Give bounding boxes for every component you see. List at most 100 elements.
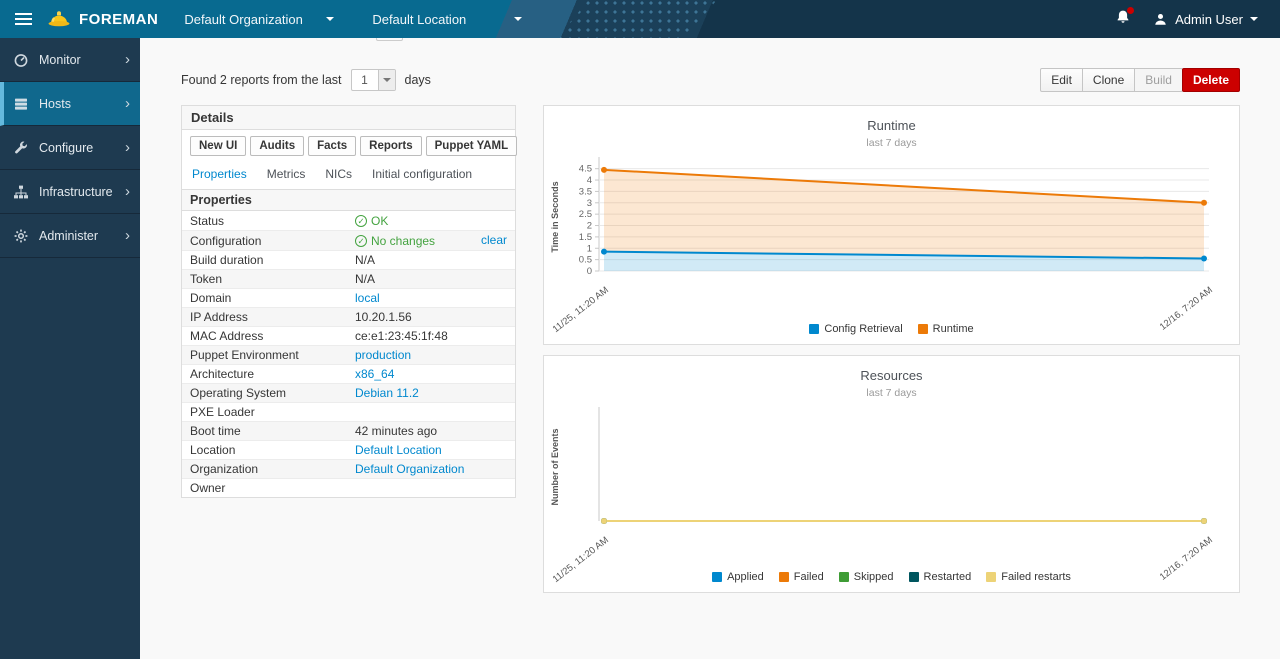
legend-label: Failed restarts: [1001, 571, 1071, 583]
chevron-right-icon: ›: [125, 228, 130, 243]
properties-table: Properties Status✓OKConfiguration✓No cha…: [182, 189, 515, 497]
property-label: MAC Address: [182, 327, 347, 346]
legend-item-skipped[interactable]: Skipped: [839, 571, 894, 583]
delete-button[interactable]: Delete: [1182, 68, 1240, 92]
property-value: 10.20.1.56: [347, 308, 515, 327]
notification-badge: [1127, 7, 1134, 14]
legend-label: Runtime: [933, 323, 974, 335]
property-value: ce:e1:23:45:1f:48: [347, 327, 515, 346]
sidebar-item-monitor[interactable]: Monitor›: [0, 38, 140, 82]
legend-label: Config Retrieval: [824, 323, 902, 335]
facts-button[interactable]: Facts: [308, 136, 356, 156]
legend-item-config-retrieval[interactable]: Config Retrieval: [809, 323, 902, 335]
legend-item-applied[interactable]: Applied: [712, 571, 764, 583]
chevron-down-icon: [1250, 17, 1258, 21]
property-value-link[interactable]: local: [355, 291, 380, 305]
sidebar: Monitor›Hosts›Configure›Infrastructure›A…: [0, 38, 140, 659]
property-label: Token: [182, 270, 347, 289]
property-label: PXE Loader: [182, 403, 347, 422]
user-icon: [1153, 12, 1168, 27]
host-actions: Edit Clone Build Delete: [1040, 68, 1240, 92]
property-value-link[interactable]: Default Location: [355, 443, 442, 457]
new-ui-button[interactable]: New UI: [190, 136, 246, 156]
property-value: Debian 11.2: [347, 384, 515, 403]
svg-text:1: 1: [587, 243, 592, 254]
svg-text:3: 3: [587, 198, 592, 209]
masthead: FOREMAN Default Organization Default Loc…: [0, 0, 1280, 38]
svg-text:Time in Seconds: Time in Seconds: [550, 181, 560, 252]
gauge-icon: [13, 52, 30, 68]
property-value-link[interactable]: Debian 11.2: [355, 386, 419, 400]
runtime-chart-legend: Config Retrieval Runtime: [544, 323, 1239, 335]
organization-label: Default Organization: [184, 12, 303, 27]
sidebar-item-configure[interactable]: Configure›: [0, 126, 140, 170]
table-row: Puppet Environment production: [182, 346, 515, 365]
property-label: Build duration: [182, 251, 347, 270]
property-value: Default Location: [347, 441, 515, 460]
legend-swatch: [779, 572, 789, 582]
table-row: TokenN/A: [182, 270, 515, 289]
properties-table-title: Properties: [182, 190, 515, 211]
edit-button[interactable]: Edit: [1040, 68, 1083, 92]
hamburger-menu-button[interactable]: [0, 0, 46, 38]
user-menu[interactable]: Admin User: [1153, 12, 1258, 27]
legend-label: Skipped: [854, 571, 894, 583]
tab-nics[interactable]: NICs: [325, 167, 352, 181]
audits-button[interactable]: Audits: [250, 136, 304, 156]
sidebar-item-label: Infrastructure: [39, 185, 125, 199]
table-row: IP Address10.20.1.56: [182, 308, 515, 327]
runtime-chart-title: Runtime: [544, 118, 1239, 133]
property-value: local: [347, 289, 515, 308]
table-row: Configuration✓No changesclear: [182, 231, 515, 251]
tab-initial-configuration[interactable]: Initial configuration: [372, 167, 472, 181]
reports-button[interactable]: Reports: [360, 136, 421, 156]
legend-swatch: [918, 324, 928, 334]
chevron-right-icon: ›: [125, 140, 130, 155]
foreman-logo-icon: [46, 9, 72, 29]
wrench-icon: [13, 140, 30, 156]
legend-item-restarted[interactable]: Restarted: [909, 571, 972, 583]
tab-properties[interactable]: Properties: [192, 167, 247, 181]
table-row: Boot time42 minutes ago: [182, 422, 515, 441]
property-value-link[interactable]: x86_64: [355, 367, 394, 381]
legend-item-runtime[interactable]: Runtime: [918, 323, 974, 335]
sidebar-item-administer[interactable]: Administer›: [0, 214, 140, 258]
location-switcher[interactable]: Default Location: [372, 12, 522, 27]
details-panel-title: Details: [182, 106, 515, 130]
table-row: MAC Addressce:e1:23:45:1f:48: [182, 327, 515, 346]
days-select[interactable]: 1: [351, 69, 396, 91]
sidebar-item-infrastructure[interactable]: Infrastructure›: [0, 170, 140, 214]
notifications-button[interactable]: [1115, 9, 1131, 30]
property-label: IP Address: [182, 308, 347, 327]
legend-swatch: [986, 572, 996, 582]
table-row: Location Default Location: [182, 441, 515, 460]
property-value-link[interactable]: Default Organization: [355, 462, 464, 476]
build-button[interactable]: Build: [1134, 68, 1183, 92]
property-value-link[interactable]: production: [355, 348, 411, 362]
tab-metrics[interactable]: Metrics: [267, 167, 306, 181]
legend-item-failed[interactable]: Failed: [779, 571, 824, 583]
toolbar: Found 2 reports from the last 1 days Edi…: [181, 68, 1240, 92]
table-row: Build durationN/A: [182, 251, 515, 270]
property-value: ✓No changesclear: [347, 231, 515, 251]
organization-switcher[interactable]: Default Organization: [184, 12, 334, 27]
sidebar-item-hosts[interactable]: Hosts›: [0, 82, 140, 126]
property-label: Location: [182, 441, 347, 460]
property-value: N/A: [347, 251, 515, 270]
clone-button[interactable]: Clone: [1082, 68, 1135, 92]
svg-text:Number of Events: Number of Events: [550, 428, 560, 505]
legend-item-failed-restarts[interactable]: Failed restarts: [986, 571, 1071, 583]
table-row: Operating SystemDebian 11.2: [182, 384, 515, 403]
clear-link[interactable]: clear: [481, 233, 507, 247]
property-label: Puppet Environment: [182, 346, 347, 365]
runtime-chart: 00.511.522.533.544.5Time in Seconds11/25…: [544, 153, 1239, 331]
table-row: Architecturex86_64: [182, 365, 515, 384]
table-row: PXE Loader: [182, 403, 515, 422]
svg-text:4.5: 4.5: [579, 164, 592, 175]
days-select-value: 1: [352, 70, 378, 90]
property-label: Owner: [182, 479, 347, 498]
brand-name: FOREMAN: [79, 11, 158, 28]
puppet-yaml-button[interactable]: Puppet YAML: [426, 136, 517, 156]
property-value: N/A: [347, 270, 515, 289]
gear-icon: [13, 228, 30, 244]
